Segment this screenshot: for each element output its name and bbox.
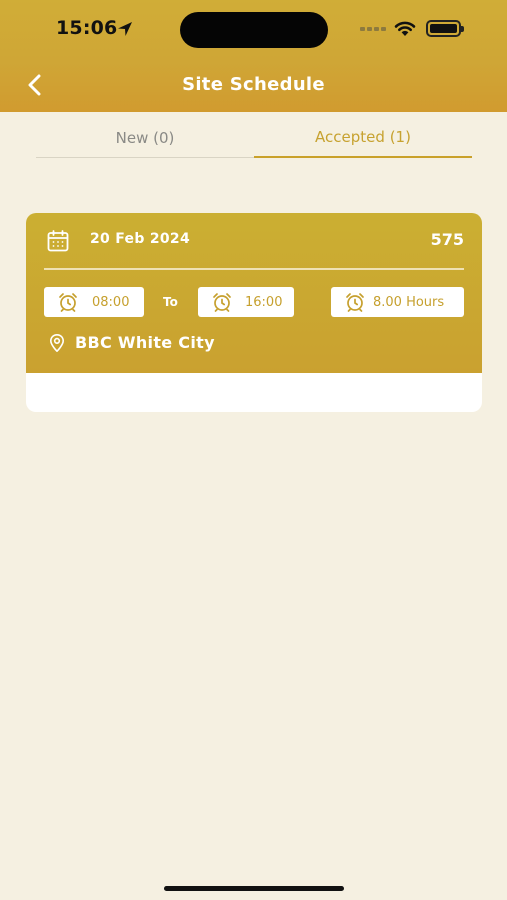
end-time-pill[interactable]: 16:00 [198,287,294,317]
dynamic-island [180,12,328,48]
wifi-icon [394,21,416,36]
alarm-clock-icon [59,293,77,312]
schedule-date: 20 Feb 2024 [90,231,191,247]
to-label: To [163,295,178,309]
calendar-icon [47,230,69,252]
home-indicator [164,886,344,891]
schedule-card-header: 20 Feb 2024 575 08:00 To 16:00 8.00 Hour… [26,213,482,373]
end-time: 16:00 [245,294,283,310]
schedule-card[interactable]: 20 Feb 2024 575 08:00 To 16:00 8.00 Hour… [26,213,482,412]
page-title: Site Schedule [182,74,325,95]
start-time-pill[interactable]: 08:00 [44,287,144,317]
status-time: 15:06 [56,17,118,39]
start-time: 08:00 [92,294,130,310]
tab-accepted[interactable]: Accepted (1) [254,118,472,158]
battery-icon [426,20,464,37]
site-location: BBC White City [75,333,215,352]
tab-new[interactable]: New (0) [36,118,254,158]
location-pin-icon [50,334,64,352]
alarm-clock-icon [213,293,231,312]
app-header: 15:06 Site Schedule [0,0,507,112]
cellular-signal-icon [360,27,386,33]
duration-pill[interactable]: 8.00 Hours [331,287,464,317]
shift-duration: 8.00 Hours [373,294,445,310]
job-number: 575 [430,230,464,249]
card-divider [44,268,464,270]
location-arrow-icon [118,22,132,36]
schedule-tabs: New (0) Accepted (1) [36,118,472,158]
alarm-clock-icon [346,293,364,312]
